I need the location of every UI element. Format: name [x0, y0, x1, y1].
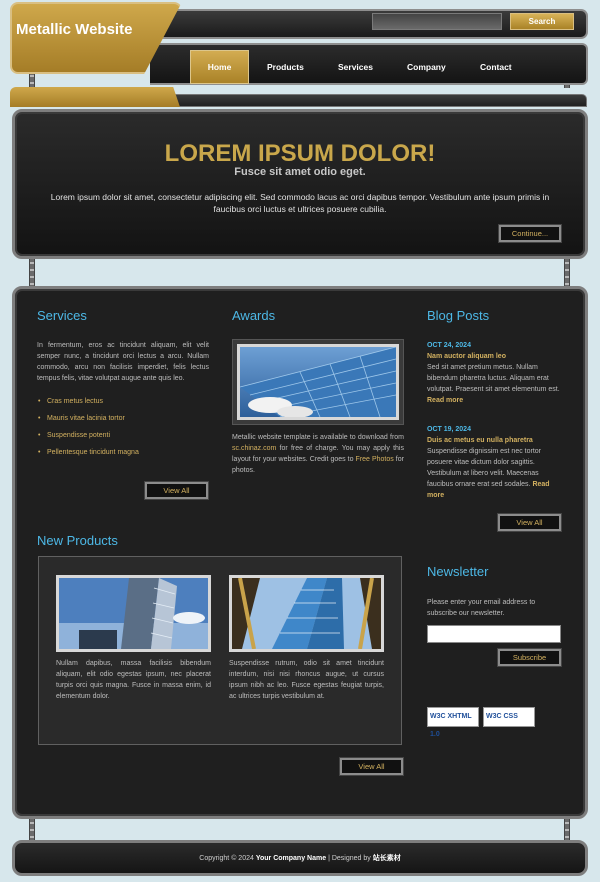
- services-title: Services: [37, 308, 87, 323]
- logo-text[interactable]: Metallic Website: [16, 21, 132, 38]
- newsletter-email-input[interactable]: [427, 625, 561, 643]
- footer-text: Copyright © 2024 Your Company Name | Des…: [0, 853, 600, 863]
- subscribe-button[interactable]: Subscribe: [497, 648, 562, 667]
- search-input[interactable]: [372, 13, 502, 30]
- product-description: Suspendisse rutrum, odio sit amet tincid…: [229, 660, 384, 700]
- footer-designer-link[interactable]: 站长素材: [373, 855, 401, 862]
- hero-text: Lorem ipsum dolor sit amet, consectetur …: [50, 192, 550, 214]
- chain-decoration: [29, 259, 35, 287]
- chain-decoration: [564, 819, 570, 841]
- chain-decoration: [29, 72, 35, 88]
- footer-company-link[interactable]: Your Company Name: [256, 855, 326, 862]
- service-item[interactable]: Cras metus lectus: [38, 398, 103, 405]
- blog-post-date: OCT 24, 2024: [427, 342, 471, 349]
- awards-text: Metallic website template is available t…: [232, 432, 404, 476]
- services-text: In fermentum, eros ac tincidunt aliquam,…: [37, 342, 209, 382]
- hero-title: LOREM IPSUM DOLOR!: [164, 140, 436, 167]
- awards-link-photos[interactable]: Free Photos: [356, 456, 394, 463]
- newsletter-text: Please enter your email address to subsc…: [427, 599, 536, 617]
- products-view-all-button[interactable]: View All: [339, 757, 404, 776]
- awards-title: Awards: [232, 308, 276, 323]
- services-view-all-button[interactable]: View All: [144, 481, 209, 500]
- nav-company[interactable]: Company: [407, 62, 446, 72]
- w3c-xhtml-badge[interactable]: W3C XHTML 1.0: [427, 707, 479, 738]
- sub-bar: [175, 94, 587, 107]
- blog-post-heading[interactable]: Nam auctor aliquam leo: [427, 351, 563, 362]
- product-image[interactable]: [56, 575, 211, 652]
- chain-decoration: [29, 819, 35, 841]
- nav-contact[interactable]: Contact: [480, 62, 512, 72]
- blog-post-text: Suspendisse dignissim est nec tortor pos…: [427, 448, 541, 488]
- products-title: New Products: [37, 533, 118, 548]
- chain-decoration: [564, 259, 570, 287]
- newsletter-title: Newsletter: [427, 564, 489, 579]
- footer-separator: | Designed by: [328, 855, 371, 862]
- awards-building-image: [237, 344, 399, 420]
- blog-post-heading[interactable]: Duis ac metus eu nulla pharetra: [427, 435, 563, 446]
- w3c-css-badge[interactable]: W3C CSS: [483, 707, 535, 727]
- service-item[interactable]: Mauris vitae lacinia tortor: [38, 415, 125, 422]
- blog-post: OCT 19, 2024 Duis ac metus eu nulla phar…: [427, 424, 563, 501]
- continue-button[interactable]: Continue...: [498, 224, 562, 243]
- blog-read-more-link[interactable]: Read more: [427, 397, 463, 404]
- nav-home[interactable]: Home: [190, 50, 249, 84]
- hero-subtitle: Fusce sit amet odio eget.: [234, 166, 366, 178]
- service-item[interactable]: Pellentesque tincidunt magna: [38, 449, 139, 456]
- blog-post-date: OCT 19, 2024: [427, 426, 471, 433]
- awards-link-chinaz[interactable]: sc.chinaz.com: [232, 445, 276, 452]
- nav-services[interactable]: Services: [338, 62, 373, 72]
- search-button[interactable]: Search: [510, 13, 574, 30]
- blog-view-all-button[interactable]: View All: [497, 513, 562, 532]
- awards-text-1: Metallic website template is available t…: [232, 434, 404, 441]
- blog-post-text: Sed sit amet pretium metus. Nullam biben…: [427, 364, 560, 393]
- blog-title: Blog Posts: [427, 308, 490, 323]
- product-image[interactable]: [229, 575, 384, 652]
- footer-copyright: Copyright © 2024: [199, 855, 254, 862]
- blog-post: OCT 24, 2024 Nam auctor aliquam leo Sed …: [427, 340, 563, 406]
- service-item[interactable]: Suspendisse potenti: [38, 432, 110, 439]
- sub-tab: [10, 87, 180, 107]
- product-description: Nullam dapibus, massa facilisis bibendum…: [56, 660, 211, 700]
- nav-products[interactable]: Products: [267, 62, 304, 72]
